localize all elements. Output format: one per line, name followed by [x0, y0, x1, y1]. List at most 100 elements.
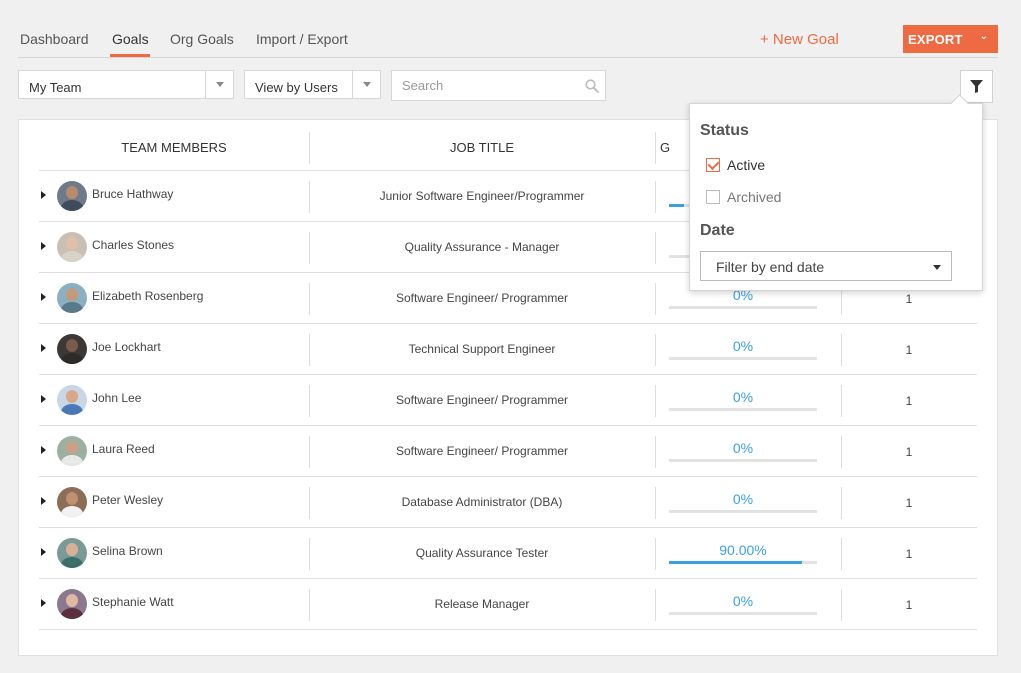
tab-org-goals[interactable]: Org Goals	[170, 31, 234, 47]
column-divider	[841, 334, 842, 366]
table-row[interactable]: Joe Lockhart Technical Support Engineer 0%…	[39, 324, 977, 375]
column-divider	[841, 385, 842, 417]
team-select-value: My Team	[29, 80, 82, 95]
archived-checkbox[interactable]	[706, 190, 720, 204]
job-title: Software Engineer/ Programmer	[395, 291, 569, 305]
table-row[interactable]: John Lee Software Engineer/ Programmer 0% 1	[39, 375, 977, 426]
goal-progress-percent: 0%	[732, 491, 754, 507]
column-divider	[655, 334, 656, 366]
goal-progress-bar	[669, 408, 817, 411]
expand-row-icon[interactable]	[41, 446, 46, 454]
table-row[interactable]: Laura Reed Software Engineer/ Programmer 0…	[39, 426, 977, 477]
job-title: Technical Support Engineer	[408, 342, 556, 356]
export-button[interactable]: EXPORT ⌄	[903, 25, 998, 53]
active-checkbox-label[interactable]: Active	[727, 157, 765, 173]
expand-row-icon[interactable]	[41, 599, 46, 607]
avatar	[57, 334, 87, 364]
avatar	[57, 283, 87, 313]
end-date-select-value: Filter by end date	[716, 259, 825, 275]
column-divider	[309, 436, 310, 468]
caret-down-icon	[933, 265, 941, 270]
member-name[interactable]: Laura Reed	[92, 442, 155, 456]
goal-progress-bar	[669, 459, 817, 462]
expand-row-icon[interactable]	[41, 293, 46, 301]
column-divider	[841, 538, 842, 570]
member-name[interactable]: Peter Wesley	[92, 493, 163, 507]
table-row[interactable]: Stephanie Watt Release Manager 0% 1	[39, 579, 977, 630]
column-divider	[655, 538, 656, 570]
new-goal-link[interactable]: + New Goal	[760, 31, 839, 48]
goal-count: 1	[905, 496, 913, 510]
member-name[interactable]: Charles Stones	[92, 238, 174, 252]
member-name[interactable]: John Lee	[92, 391, 141, 405]
column-divider	[841, 589, 842, 621]
member-name[interactable]: Stephanie Watt	[92, 595, 174, 609]
filter-button[interactable]	[960, 70, 993, 103]
goal-progress-percent: 0%	[732, 440, 754, 456]
top-nav: Dashboard Goals Org Goals Import / Expor…	[0, 0, 1000, 59]
column-divider	[309, 232, 310, 264]
filter-popover: Status Active Archived Date Filter by en…	[689, 103, 983, 291]
search-input[interactable]	[392, 71, 577, 100]
member-name[interactable]: Selina Brown	[92, 544, 163, 558]
goal-count: 1	[905, 343, 913, 357]
expand-row-icon[interactable]	[41, 242, 46, 250]
expand-row-icon[interactable]	[41, 497, 46, 505]
avatar	[57, 487, 87, 517]
table-row[interactable]: Peter Wesley Database Administrator (DBA)…	[39, 477, 977, 528]
avatar	[57, 232, 87, 262]
archived-checkbox-label[interactable]: Archived	[727, 189, 781, 205]
goal-progress-bar	[669, 561, 817, 564]
header-job-title: JOB TITLE	[449, 140, 515, 155]
expand-row-icon[interactable]	[41, 344, 46, 352]
goal-progress-bar	[669, 612, 817, 615]
avatar	[57, 589, 87, 619]
column-divider	[309, 283, 310, 315]
header-team-members: TEAM MEMBERS	[121, 140, 227, 155]
status-heading: Status	[700, 122, 749, 139]
search-box	[391, 70, 606, 101]
tab-dashboard[interactable]: Dashboard	[20, 31, 89, 47]
column-divider	[655, 487, 656, 519]
column-divider	[841, 487, 842, 519]
avatar	[57, 436, 87, 466]
column-divider	[309, 334, 310, 366]
expand-row-icon[interactable]	[41, 548, 46, 556]
avatar	[57, 385, 87, 415]
chevron-down-icon: ⌄	[979, 31, 988, 42]
column-divider	[655, 132, 656, 164]
table-row[interactable]: Selina Brown Quality Assurance Tester 90.0…	[39, 528, 977, 579]
column-divider	[309, 385, 310, 417]
member-name[interactable]: Joe Lockhart	[92, 340, 161, 354]
job-title: Software Engineer/ Programmer	[395, 393, 569, 407]
goal-progress-bar	[669, 357, 817, 360]
export-button-label: EXPORT	[908, 32, 963, 47]
avatar	[57, 538, 87, 568]
job-title: Release Manager	[434, 597, 530, 611]
column-divider	[309, 538, 310, 570]
team-select[interactable]: My Team	[18, 70, 234, 99]
active-checkbox[interactable]	[706, 158, 720, 172]
view-select[interactable]: View by Users	[244, 70, 381, 99]
job-title: Software Engineer/ Programmer	[395, 444, 569, 458]
search-icon[interactable]	[585, 79, 599, 93]
tab-goals[interactable]: Goals	[112, 31, 149, 47]
goal-progress-percent: 0%	[732, 389, 754, 405]
expand-row-icon[interactable]	[41, 191, 46, 199]
goal-progress-bar	[669, 510, 817, 513]
goal-count: 1	[905, 292, 913, 306]
column-divider	[655, 181, 656, 213]
tab-import-export[interactable]: Import / Export	[256, 31, 348, 47]
member-name[interactable]: Elizabeth Rosenberg	[92, 289, 203, 303]
member-name[interactable]: Bruce Hathway	[92, 187, 173, 201]
end-date-select[interactable]: Filter by end date	[700, 251, 952, 281]
column-divider	[841, 436, 842, 468]
goal-count: 1	[905, 547, 913, 561]
expand-row-icon[interactable]	[41, 395, 46, 403]
goal-count: 1	[905, 394, 913, 408]
goal-progress-percent: 0%	[732, 338, 754, 354]
dropdown-arrow-icon	[352, 71, 380, 98]
job-title: Database Administrator (DBA)	[401, 495, 563, 509]
job-title: Junior Software Engineer/Programmer	[379, 189, 585, 203]
date-heading: Date	[700, 222, 735, 239]
